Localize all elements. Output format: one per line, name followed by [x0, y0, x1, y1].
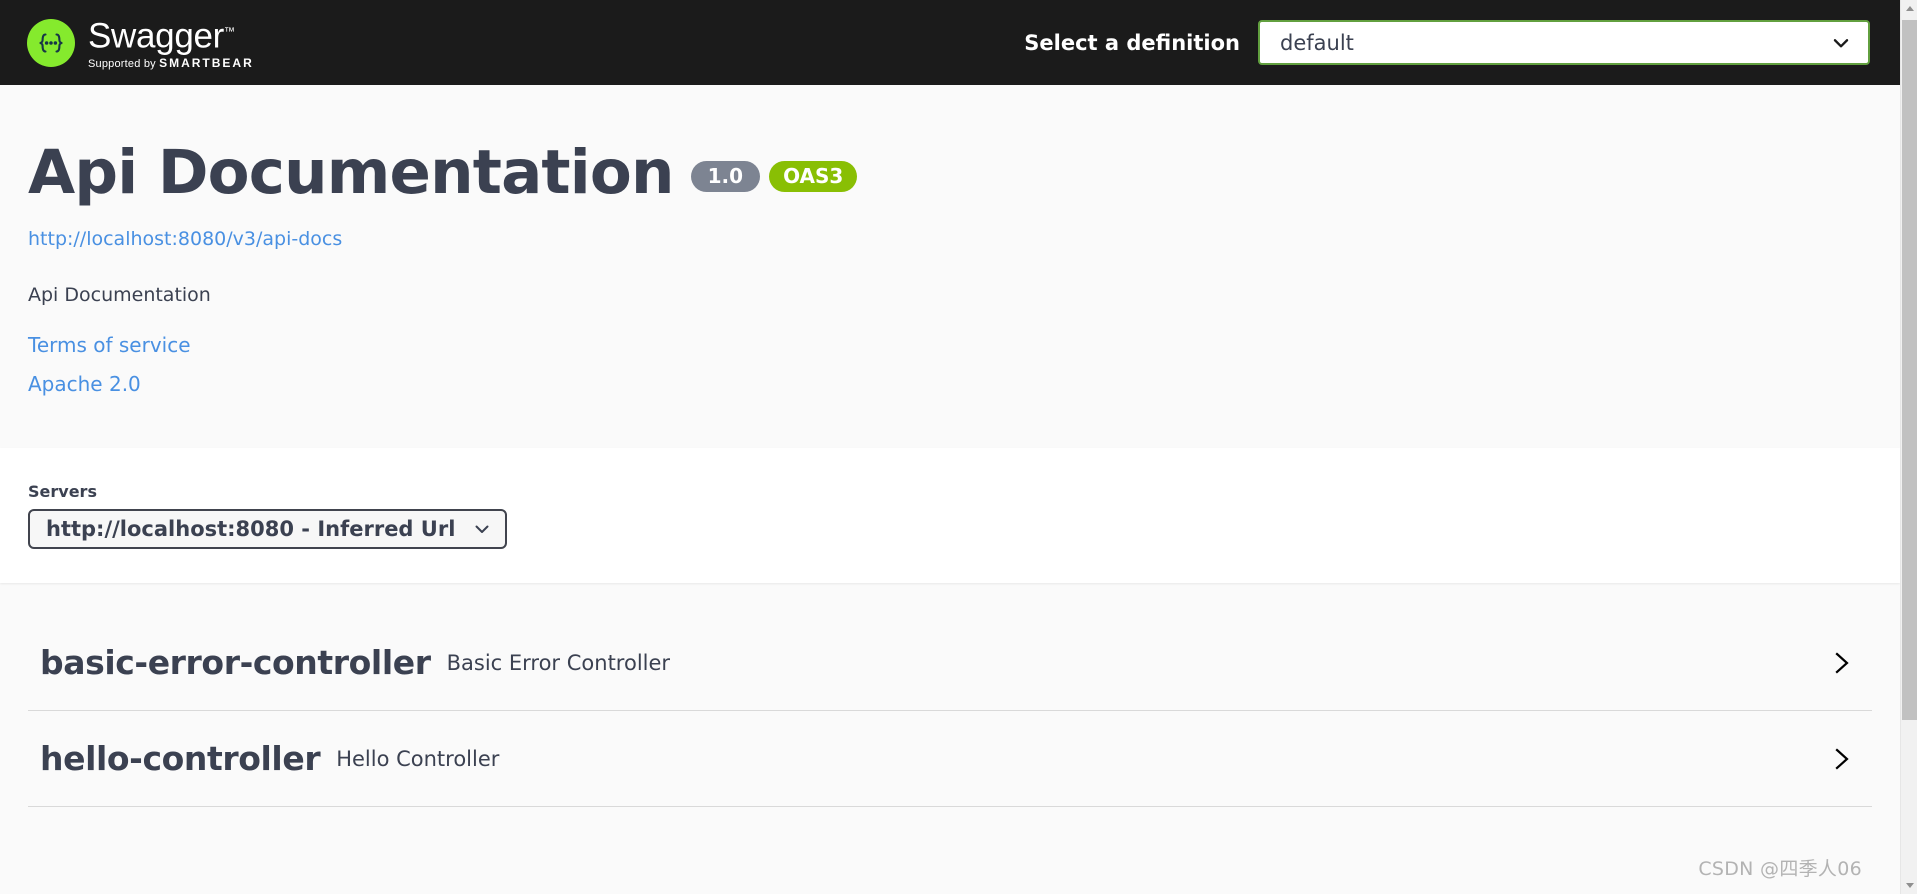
server-select[interactable]: http://localhost:8080 - Inferred Url: [28, 509, 508, 550]
vertical-scrollbar[interactable]: [1900, 0, 1917, 894]
swagger-braces-logo-icon: [27, 18, 75, 67]
triangle-down-icon: [1905, 883, 1914, 888]
tag-name: hello-controller: [40, 739, 321, 779]
oas-version-badge: OAS3: [769, 160, 858, 192]
api-title-text: Api Documentation: [28, 137, 674, 208]
page-title: Api Documentation 1.0 OAS3: [28, 137, 1872, 208]
scrollbar-down-button[interactable]: [1901, 877, 1917, 894]
csdn-watermark: CSDN @四季人06: [1698, 858, 1862, 880]
server-select-value: http://localhost:8080 - Inferred Url: [46, 517, 456, 542]
tag-description: Basic Error Controller: [446, 650, 671, 675]
version-badge: 1.0: [690, 160, 761, 192]
api-description: Api Documentation: [28, 284, 211, 307]
license-link[interactable]: Apache 2.0: [28, 372, 1872, 396]
triangle-up-icon: [1905, 6, 1914, 11]
definition-select[interactable]: default: [1258, 20, 1870, 65]
chevron-down-icon: [472, 519, 492, 539]
api-info-section: Api Documentation 1.0 OAS3 http://localh…: [0, 85, 1900, 449]
tag-section-hello-controller[interactable]: hello-controller Hello Controller: [28, 711, 1872, 808]
swagger-logo-text: Swagger™ Supported by SMARTBEAR: [88, 15, 254, 70]
terms-of-service-link[interactable]: Terms of service: [28, 333, 1872, 357]
definition-select-value: default: [1280, 30, 1354, 55]
chevron-down-icon: [1830, 32, 1852, 54]
page-content: Swagger™ Supported by SMARTBEAR Select a…: [0, 0, 1900, 894]
operations-tag-list: basic-error-controller Basic Error Contr…: [0, 615, 1900, 808]
chevron-right-icon[interactable]: [1824, 741, 1860, 777]
tag-description: Hello Controller: [336, 746, 500, 771]
swagger-logo-link[interactable]: Swagger™ Supported by SMARTBEAR: [27, 15, 254, 70]
definition-selector-group: Select a definition default: [1024, 20, 1900, 65]
swagger-ui-page: Swagger™ Supported by SMARTBEAR Select a…: [0, 0, 1917, 894]
tag-name: basic-error-controller: [40, 643, 431, 683]
scrollbar-up-button[interactable]: [1901, 0, 1917, 17]
servers-section: Servers http://localhost:8080 - Inferred…: [0, 448, 1900, 584]
scrollbar-thumb[interactable]: [1902, 20, 1917, 720]
servers-label: Servers: [28, 482, 97, 502]
swagger-wordmark: Swagger™: [88, 16, 236, 56]
select-definition-label: Select a definition: [1024, 30, 1240, 55]
trademark-symbol: ™: [224, 26, 236, 39]
supported-by-text: Supported by SMARTBEAR: [88, 55, 254, 70]
topbar: Swagger™ Supported by SMARTBEAR Select a…: [0, 0, 1900, 85]
api-docs-url-link[interactable]: http://localhost:8080/v3/api-docs: [28, 228, 1872, 250]
tag-section-basic-error-controller[interactable]: basic-error-controller Basic Error Contr…: [28, 615, 1872, 712]
chevron-right-icon[interactable]: [1824, 645, 1860, 681]
smartbear-brand: SMARTBEAR: [159, 55, 254, 70]
